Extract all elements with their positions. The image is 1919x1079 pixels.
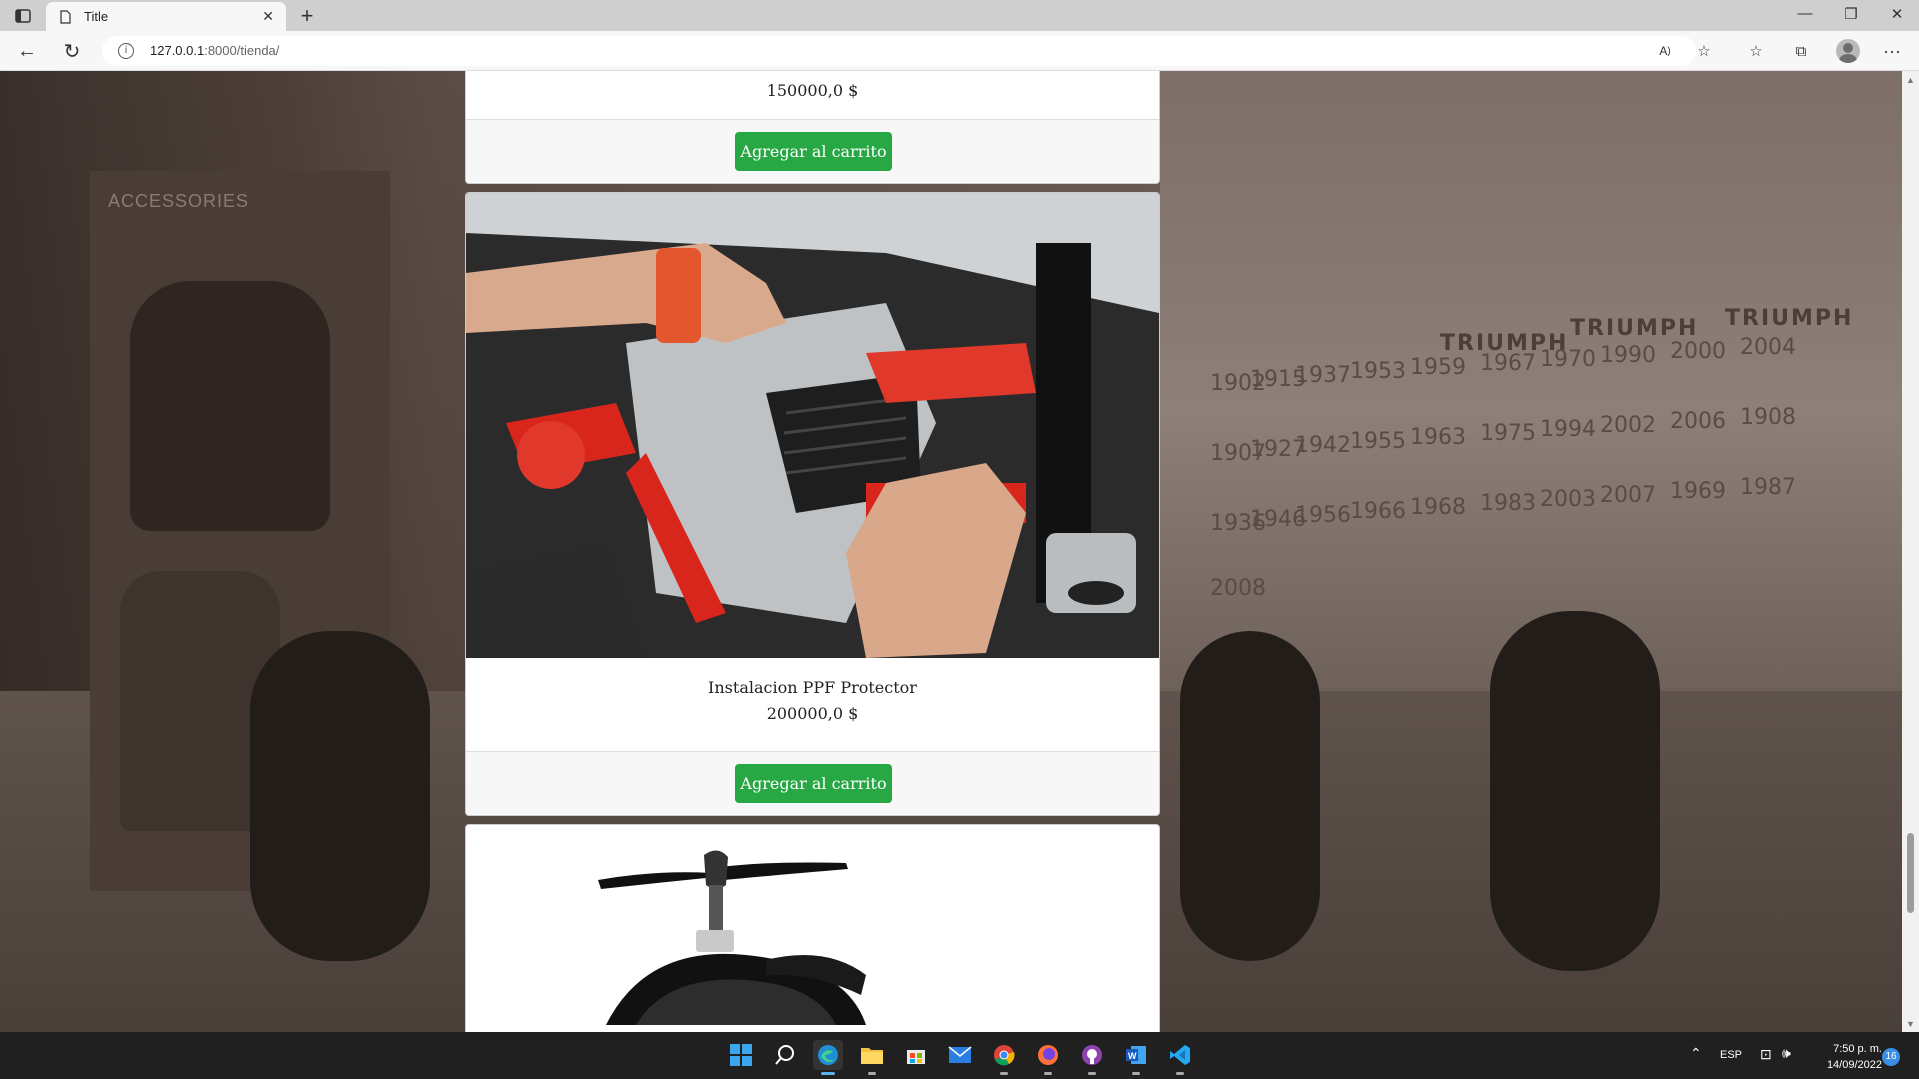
url-host: 127.0.0.1 xyxy=(150,43,205,58)
background-year: 1963 xyxy=(1410,425,1466,450)
background-motorcycle xyxy=(1180,631,1320,961)
more-options-icon[interactable]: ··· xyxy=(1880,39,1904,63)
product-card xyxy=(465,824,1160,1032)
product-image xyxy=(466,193,1159,658)
background-year: 1987 xyxy=(1740,475,1796,500)
product-card: Instalacion PPF Protector 200000,0 $ Agr… xyxy=(465,192,1160,816)
card-footer: Agregar al carrito xyxy=(466,119,1159,183)
minimize-icon[interactable]: — xyxy=(1785,5,1825,22)
restore-icon[interactable]: ❐ xyxy=(1831,5,1871,23)
product-price: 200000,0 $ xyxy=(766,704,859,723)
background-sign: ACCESSORIES xyxy=(108,191,250,211)
background-year: 1956 xyxy=(1295,503,1351,528)
background-jacket xyxy=(130,281,330,531)
scrollbar-thumb[interactable] xyxy=(1907,833,1914,913)
profile-avatar-icon[interactable] xyxy=(1836,39,1860,63)
chrome-icon[interactable] xyxy=(989,1040,1019,1075)
background-year: 2007 xyxy=(1600,483,1656,508)
background-year: 1953 xyxy=(1350,359,1406,384)
url-path: :8000/tienda/ xyxy=(204,43,280,58)
edge-browser-icon[interactable] xyxy=(813,1040,843,1075)
language-indicator[interactable]: ESP xyxy=(1720,1049,1742,1061)
card-footer: Agregar al carrito xyxy=(466,751,1159,815)
product-card: 150000,0 $ Agregar al carrito xyxy=(465,71,1160,184)
word-icon[interactable]: W xyxy=(1121,1040,1151,1075)
background-year: 1968 xyxy=(1410,495,1466,520)
firefox-icon[interactable] xyxy=(1033,1040,1063,1075)
add-to-cart-button[interactable]: Agregar al carrito xyxy=(735,132,892,171)
show-hidden-icons-icon[interactable]: ⌃ xyxy=(1690,1045,1702,1062)
scroll-down-icon[interactable]: ▼ xyxy=(1906,1019,1915,1029)
page-viewport: ACCESSORIES TRIUMPH TRIUMPH TRIUMPH 1902… xyxy=(0,71,1902,1032)
browser-toolbar: ← ↻ i 127.0.0.1:8000/tienda/ A) ☆ ☆ ⧉ ··… xyxy=(0,31,1919,71)
add-favorite-icon[interactable]: ☆ xyxy=(1692,39,1716,63)
background-year: 1908 xyxy=(1740,405,1796,430)
tab-title: Title xyxy=(84,9,109,24)
background-year: 1966 xyxy=(1350,499,1406,524)
background-year: 2003 xyxy=(1540,487,1596,512)
favorites-icon[interactable]: ☆ xyxy=(1744,39,1768,63)
background-year: 1969 xyxy=(1670,479,1726,504)
clock-date: 14/09/2022 xyxy=(1826,1059,1882,1071)
background-year: 2008 xyxy=(1210,576,1266,601)
background-year: 1990 xyxy=(1600,343,1656,368)
vscode-icon[interactable] xyxy=(1165,1040,1195,1075)
background-year: 1983 xyxy=(1480,491,1536,516)
background-year: 1937 xyxy=(1295,363,1351,388)
background-motorcycle xyxy=(1490,611,1660,971)
read-aloud-icon[interactable]: A) xyxy=(1653,39,1677,63)
background-year: 2006 xyxy=(1670,409,1726,434)
clock-time: 7:50 p. m. xyxy=(1833,1043,1882,1055)
background-year: 1975 xyxy=(1480,421,1536,446)
close-window-icon[interactable]: ✕ xyxy=(1877,5,1917,23)
background-year: 1994 xyxy=(1540,417,1596,442)
background-year: 2004 xyxy=(1740,335,1796,360)
site-info-icon[interactable]: i xyxy=(118,43,134,59)
page-scrollbar[interactable]: ▲ ▼ xyxy=(1902,71,1919,1032)
file-explorer-icon[interactable] xyxy=(857,1040,887,1075)
url-text[interactable]: 127.0.0.1:8000/tienda/ xyxy=(150,43,279,58)
volume-icon[interactable]: 🕪 xyxy=(1782,1045,1791,1062)
background-year: 1959 xyxy=(1410,355,1466,380)
mail-icon[interactable] xyxy=(945,1040,975,1070)
windows-taskbar: W ⌃ ESP ⊡ 🕪 7:50 p. m. 14/09/2022 16 xyxy=(0,1032,1919,1079)
collections-icon[interactable]: ⧉ xyxy=(1789,39,1813,63)
background-year: 1942 xyxy=(1295,433,1351,458)
background-year: 2002 xyxy=(1600,413,1656,438)
background-year: 1967 xyxy=(1480,351,1536,376)
background-brand: TRIUMPH xyxy=(1570,316,1699,341)
clock[interactable]: 7:50 p. m. 14/09/2022 xyxy=(1812,1041,1882,1073)
notification-badge[interactable]: 16 xyxy=(1882,1048,1900,1066)
tab-actions-icon[interactable] xyxy=(12,6,34,26)
start-icon[interactable] xyxy=(726,1040,756,1070)
product-image xyxy=(466,825,1159,1032)
product-price: 150000,0 $ xyxy=(766,81,859,100)
svg-text:W: W xyxy=(1128,1051,1137,1061)
background-brand: TRIUMPH xyxy=(1725,306,1854,331)
page-icon xyxy=(58,10,72,24)
background-year: 2000 xyxy=(1670,339,1726,364)
refresh-icon[interactable]: ↻ xyxy=(60,39,84,63)
browser-tab-bar: Title ✕ + — ❐ ✕ xyxy=(0,0,1919,31)
background-year: 1970 xyxy=(1540,347,1596,372)
tab-close-icon[interactable]: ✕ xyxy=(262,8,274,25)
search-icon[interactable] xyxy=(770,1040,800,1070)
new-tab-icon[interactable]: + xyxy=(294,3,320,29)
network-icon[interactable]: ⊡ xyxy=(1760,1046,1772,1063)
back-icon[interactable]: ← xyxy=(15,39,39,63)
address-bar[interactable]: i 127.0.0.1:8000/tienda/ A) ☆ xyxy=(102,36,1711,66)
browser-tab[interactable]: Title ✕ xyxy=(46,2,286,31)
scroll-up-icon[interactable]: ▲ xyxy=(1906,75,1915,85)
background-year: 1955 xyxy=(1350,429,1406,454)
product-name: Instalacion PPF Protector xyxy=(708,678,917,697)
add-to-cart-button[interactable]: Agregar al carrito xyxy=(735,764,892,803)
store-icon[interactable] xyxy=(901,1040,931,1070)
background-motorcycle xyxy=(250,631,430,961)
github-icon[interactable] xyxy=(1077,1040,1107,1075)
